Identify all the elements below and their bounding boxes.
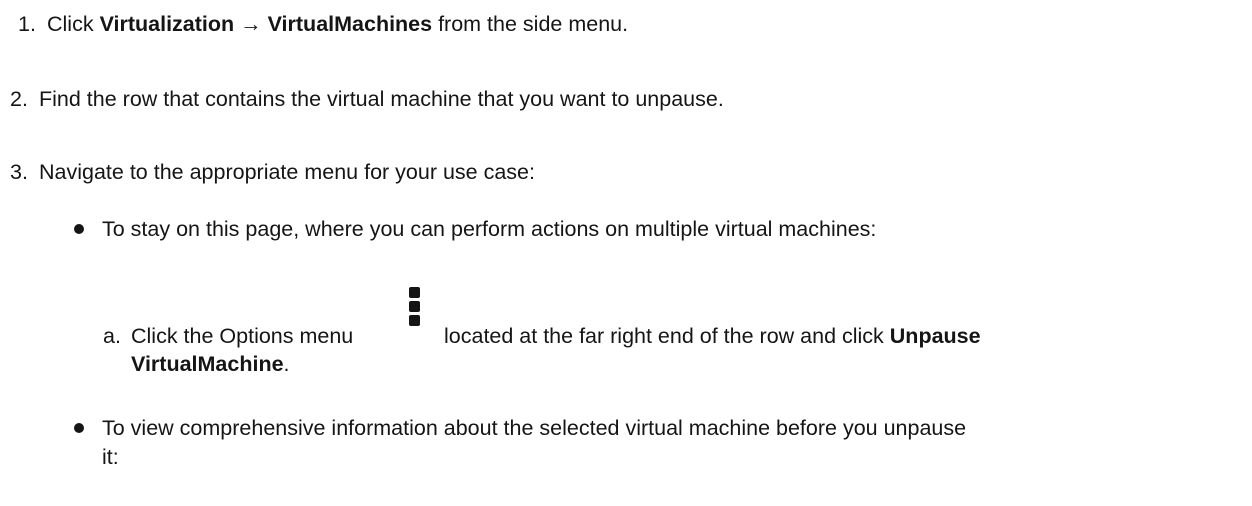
substep-text-prefix: Click the Options menu — [131, 324, 354, 348]
step-number: 3. — [10, 160, 28, 184]
bullet-text: To stay on this page, where you can perf… — [102, 217, 877, 241]
step-number: 1. — [18, 12, 36, 36]
action-label: Unpause — [889, 324, 981, 348]
bullet-dot — [74, 224, 84, 234]
step-text: Click Virtualization → VirtualMachines f… — [47, 12, 629, 36]
substep-text-line2: VirtualMachine. — [131, 352, 290, 376]
substep-letter: a. — [103, 324, 121, 348]
bullet-text-line2: it: — [102, 445, 119, 469]
step-text: Navigate to the appropriate menu for you… — [39, 160, 535, 184]
substep-text-middle: located at the far right end of the row … — [444, 324, 981, 348]
kebab-icon — [409, 287, 421, 329]
step-text: Find the row that contains the virtual m… — [39, 87, 724, 111]
action-label-cont: VirtualMachine — [131, 352, 284, 376]
step-number: 2. — [10, 87, 28, 111]
bullet-text-line1: To view comprehensive information about … — [102, 416, 967, 440]
menu-path: Virtualization → VirtualMachines — [99, 12, 433, 36]
bullet-dot — [74, 423, 84, 433]
